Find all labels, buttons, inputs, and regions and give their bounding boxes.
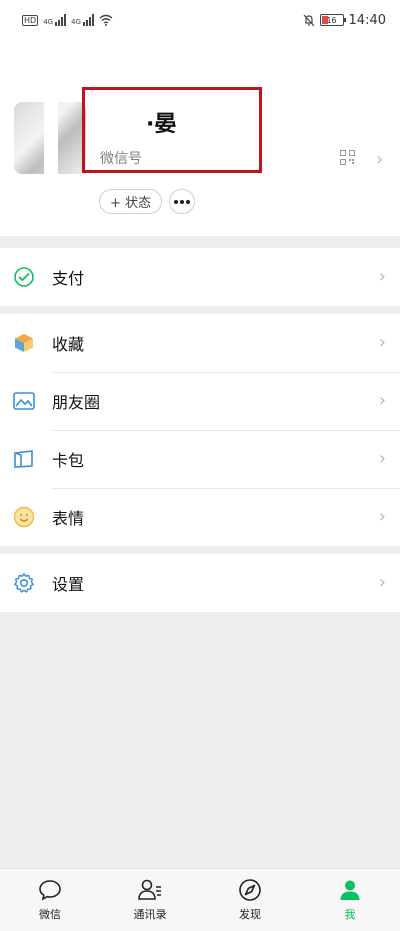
network-badge: HD [22,14,39,26]
menu-item-label: 设置 [52,575,85,594]
signal-label: 4G [43,18,54,26]
compass-icon [237,877,263,903]
menu-group-main: 收藏 › 朋友圈 › 卡包 › 表情 › [0,314,400,546]
qr-code-icon[interactable] [340,150,355,165]
bottom-tab-bar: 微信 通讯录 发现 我 [0,868,400,931]
tab-discover[interactable]: 发现 [200,869,300,931]
menu-item-label: 朋友圈 [52,393,101,412]
wechat-id-label: 微信号 [100,151,142,167]
chevron-right-icon: › [378,266,386,287]
status-button[interactable]: + 状态 [99,189,162,214]
clock: 14:40 [348,12,386,28]
person-icon [337,877,363,903]
avatar[interactable] [14,102,86,174]
wallet-icon [12,447,36,471]
chevron-right-icon: › [378,572,386,593]
tab-me[interactable]: 我 [300,869,400,931]
gear-icon [12,571,36,595]
chevron-right-icon: › [378,506,386,527]
signal-icon: 4G [43,14,67,26]
status-bar-right: 16 14:40 [303,13,386,28]
tab-chats[interactable]: 微信 [0,869,100,931]
nickname: ·晏 [146,112,177,137]
signal-label-secondary: 4G [71,18,81,26]
status-button-label: + 状态 [109,196,152,211]
dot-icon [186,199,190,204]
picture-icon [12,389,36,413]
profile-header[interactable]: ·晏 微信号 › + 状态 [0,40,400,236]
tab-label: 通讯录 [133,908,167,921]
tab-label: 我 [344,908,356,921]
tab-label: 发现 [239,908,261,921]
pay-icon [12,265,36,289]
battery-icon: 16 [319,14,346,26]
menu-item-label: 支付 [52,269,85,288]
contacts-icon [137,877,163,903]
chevron-right-icon: › [378,390,386,411]
battery-level: 16 [326,15,337,25]
menu-item-cards[interactable]: 卡包 › [0,430,400,488]
menu-item-stickers[interactable]: 表情 › [0,488,400,546]
menu-group-settings: 设置 › [0,554,400,612]
box-icon [12,331,36,355]
chat-bubble-icon [37,877,63,903]
smiley-icon [12,505,36,529]
dot-icon [180,199,184,204]
menu-item-label: 表情 [52,509,85,528]
tab-label: 微信 [39,908,61,921]
chevron-right-icon: › [378,448,386,469]
menu-item-moments[interactable]: 朋友圈 › [0,372,400,430]
wifi-icon [99,14,113,26]
more-button[interactable] [169,189,195,214]
menu-item-favorites[interactable]: 收藏 › [0,314,400,372]
menu-item-label: 卡包 [52,451,85,470]
chevron-right-icon: › [378,332,386,353]
chevron-right-icon: › [376,149,384,170]
status-bar: HD 4G 4G 16 14:40 [0,0,400,40]
menu-group-pay: 支付 › [0,248,400,306]
menu-item-settings[interactable]: 设置 › [0,554,400,612]
signal-icon-secondary: 4G [71,14,94,26]
mute-bell-icon [303,14,314,26]
menu-item-pay[interactable]: 支付 › [0,248,400,306]
menu-item-label: 收藏 [52,335,85,354]
dot-icon [174,199,178,204]
status-bar-left: HD 4G 4G [22,14,113,26]
tab-contacts[interactable]: 通讯录 [100,869,200,931]
